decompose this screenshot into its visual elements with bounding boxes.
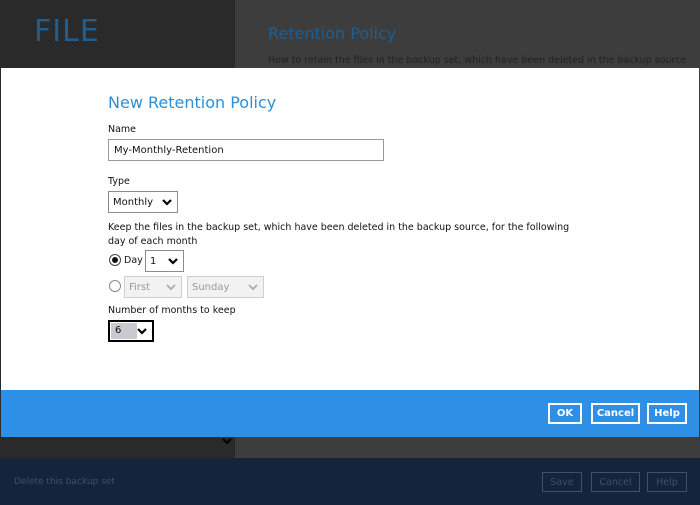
type-select-value: Monthly [113, 197, 154, 208]
day-select[interactable]: 1 [145, 250, 184, 272]
week-ordinal-value: First [129, 282, 151, 293]
weekday-select[interactable]: Sunday [187, 276, 264, 298]
chevron-down-icon [161, 195, 173, 209]
months-select-value: 6 [111, 323, 137, 339]
page-title: Retention Policy [268, 24, 397, 43]
chevron-down-icon [136, 324, 148, 338]
months-label: Number of months to keep [108, 305, 236, 316]
day-option-label: Day [124, 255, 143, 266]
weekday-value: Sunday [192, 282, 230, 293]
chevron-down-icon [247, 280, 259, 294]
page-description: How to retain the files in the backup se… [268, 55, 687, 66]
bg-help-button[interactable]: Help [647, 472, 687, 492]
type-label: Type [108, 176, 130, 187]
app-title: FILE [34, 14, 100, 49]
keep-description: Keep the files in the backup set, which … [108, 222, 570, 247]
chevron-down-icon [222, 436, 232, 446]
name-field[interactable] [108, 139, 384, 161]
save-button[interactable]: Save [542, 472, 582, 492]
chevron-down-icon [167, 254, 179, 268]
cancel-button[interactable]: Cancel [591, 403, 640, 424]
delete-backup-set-link[interactable]: Delete this backup set [14, 477, 115, 487]
ok-button[interactable]: OK [548, 403, 582, 424]
help-button[interactable]: Help [647, 403, 687, 424]
day-select-value: 1 [150, 256, 157, 267]
name-label: Name [108, 124, 137, 135]
chevron-down-icon [165, 280, 177, 294]
day-radio[interactable] [109, 254, 121, 266]
dialog-title: New Retention Policy [108, 93, 277, 112]
months-select[interactable]: 6 [108, 320, 154, 342]
week-ordinal-select[interactable]: First [124, 276, 182, 298]
bg-cancel-button[interactable]: Cancel [591, 472, 640, 492]
week-radio[interactable] [109, 280, 121, 292]
type-select[interactable]: Monthly [108, 191, 178, 213]
